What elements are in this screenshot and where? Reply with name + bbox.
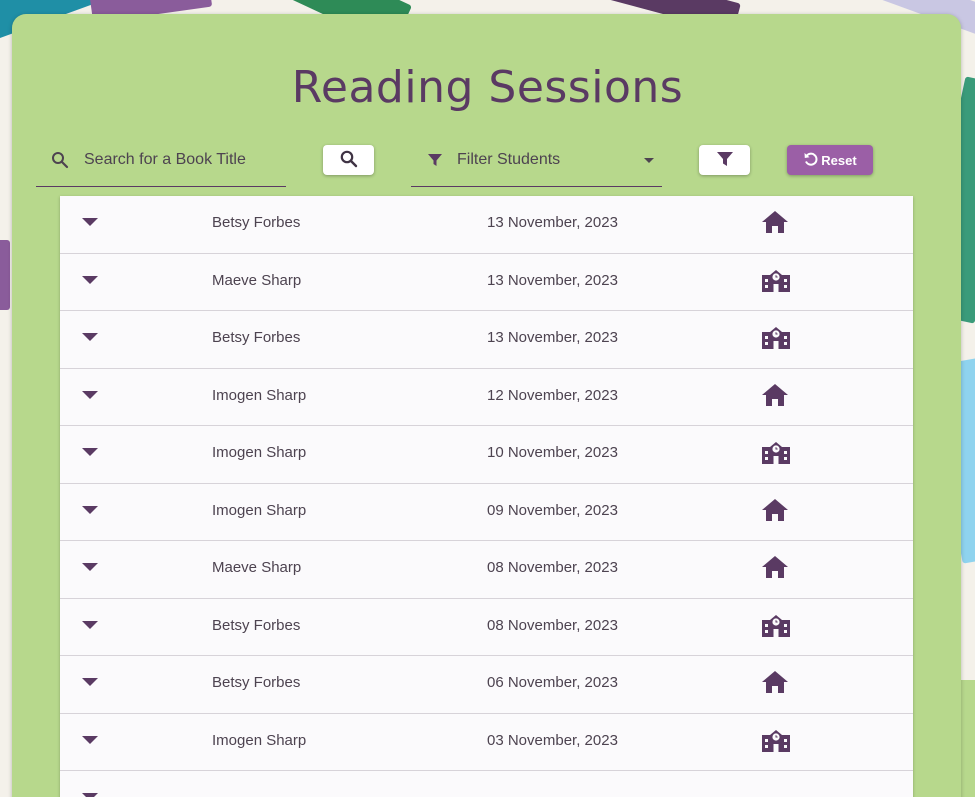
chevron-down-icon: [82, 620, 98, 629]
reset-button[interactable]: Reset: [787, 145, 873, 175]
table-row[interactable]: Maeve Sharp 13 November, 2023: [60, 254, 913, 311]
sessions-table: Betsy Forbes 13 November, 2023 Maeve Sha…: [60, 196, 913, 797]
table-row[interactable]: Betsy Forbes 13 November, 2023: [60, 196, 913, 254]
school-icon: [760, 438, 792, 466]
student-name: Maeve Sharp: [212, 559, 302, 576]
session-date: 03 November, 2023: [487, 731, 618, 749]
reset-icon: [803, 151, 821, 170]
table-row[interactable]: Betsy Forbes 08 November, 2023: [60, 599, 913, 656]
chevron-down-icon: [644, 157, 654, 163]
reset-label: Reset: [821, 152, 857, 168]
search-button[interactable]: [323, 145, 374, 175]
table-row[interactable]: [60, 771, 913, 797]
student-name: Imogen Sharp: [212, 386, 307, 404]
session-date: 10 November, 2023: [487, 444, 618, 461]
table-row[interactable]: Betsy Forbes 13 November, 2023: [60, 311, 913, 369]
chevron-down-icon: [82, 275, 98, 284]
session-date: 06 November, 2023: [487, 674, 618, 691]
home-icon: [760, 208, 792, 236]
home-icon: [760, 668, 792, 696]
chevron-down-icon: [82, 505, 98, 514]
student-name: Betsy Forbes: [212, 616, 301, 634]
session-date: 13 November, 2023: [487, 329, 618, 346]
session-date: 09 November, 2023: [487, 501, 618, 519]
chevron-down-icon: [82, 333, 98, 341]
school-icon: [760, 611, 792, 639]
search-icon: [50, 150, 70, 170]
school-icon: [760, 266, 792, 294]
chevron-down-icon: [82, 678, 98, 686]
table-row[interactable]: Imogen Sharp 03 November, 2023: [60, 714, 913, 771]
student-name: Betsy Forbes: [212, 214, 301, 231]
chevron-down-icon: [82, 735, 98, 744]
chevron-down-icon: [82, 218, 98, 226]
chevron-down-icon: [82, 390, 98, 399]
search-field[interactable]: [36, 134, 286, 187]
search-input[interactable]: [82, 150, 286, 170]
home-icon: [760, 381, 792, 409]
student-name: Imogen Sharp: [212, 444, 307, 461]
session-date: 08 November, 2023: [487, 616, 618, 634]
session-date: 08 November, 2023: [487, 559, 618, 576]
chevron-down-icon: [82, 793, 98, 797]
student-name: Betsy Forbes: [212, 674, 301, 691]
session-date: 13 November, 2023: [487, 214, 618, 231]
filter-students-label: Filter Students: [457, 151, 561, 168]
student-name: Maeve Sharp: [212, 271, 302, 289]
table-row[interactable]: Imogen Sharp 09 November, 2023: [60, 484, 913, 541]
student-name: Imogen Sharp: [212, 501, 307, 519]
search-icon: [340, 150, 358, 171]
home-icon: [760, 496, 792, 524]
table-row[interactable]: Maeve Sharp 08 November, 2023: [60, 541, 913, 599]
student-name: Betsy Forbes: [212, 329, 301, 346]
table-row[interactable]: Imogen Sharp 12 November, 2023: [60, 369, 913, 426]
home-icon: [760, 553, 792, 581]
page-title: Reading Sessions: [291, 62, 684, 113]
chevron-down-icon: [82, 563, 98, 571]
chevron-down-icon: [82, 448, 98, 456]
session-date: 13 November, 2023: [487, 271, 618, 289]
filter-icon: [425, 150, 445, 170]
filter-icon: [716, 151, 734, 170]
student-name: Imogen Sharp: [212, 731, 307, 749]
filter-students-select[interactable]: Filter Students: [411, 134, 662, 187]
table-row[interactable]: Betsy Forbes 06 November, 2023: [60, 656, 913, 714]
session-date: 12 November, 2023: [487, 386, 618, 404]
school-icon: [760, 726, 792, 754]
school-icon: [760, 323, 792, 351]
table-row[interactable]: Imogen Sharp 10 November, 2023: [60, 426, 913, 484]
apply-filter-button[interactable]: [699, 145, 750, 175]
